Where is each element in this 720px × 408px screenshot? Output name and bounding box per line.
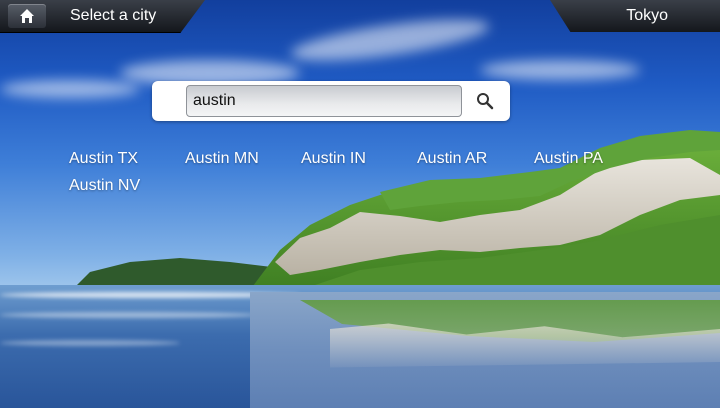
result-austin-mn[interactable]: Austin MN [185,150,259,168]
header-left-tab: Select a city [0,0,205,33]
current-city-label: Tokyo [626,7,668,24]
result-austin-nv[interactable]: Austin NV [69,177,140,195]
background-scene [0,0,720,408]
current-city-tab[interactable]: Tokyo [550,0,720,32]
search-input[interactable] [186,85,462,117]
search-icon [477,93,494,110]
result-austin-tx[interactable]: Austin TX [69,150,138,168]
page-title: Select a city [70,7,157,24]
home-button[interactable] [8,4,46,28]
search-button[interactable] [472,89,498,113]
result-austin-ar[interactable]: Austin AR [417,150,487,168]
wave [0,340,180,346]
result-austin-pa[interactable]: Austin PA [534,150,603,168]
wave [0,312,260,318]
home-icon [20,9,34,23]
search-panel [152,81,510,121]
result-austin-in[interactable]: Austin IN [301,150,366,168]
top-bar: Select a city Tokyo [0,0,720,33]
